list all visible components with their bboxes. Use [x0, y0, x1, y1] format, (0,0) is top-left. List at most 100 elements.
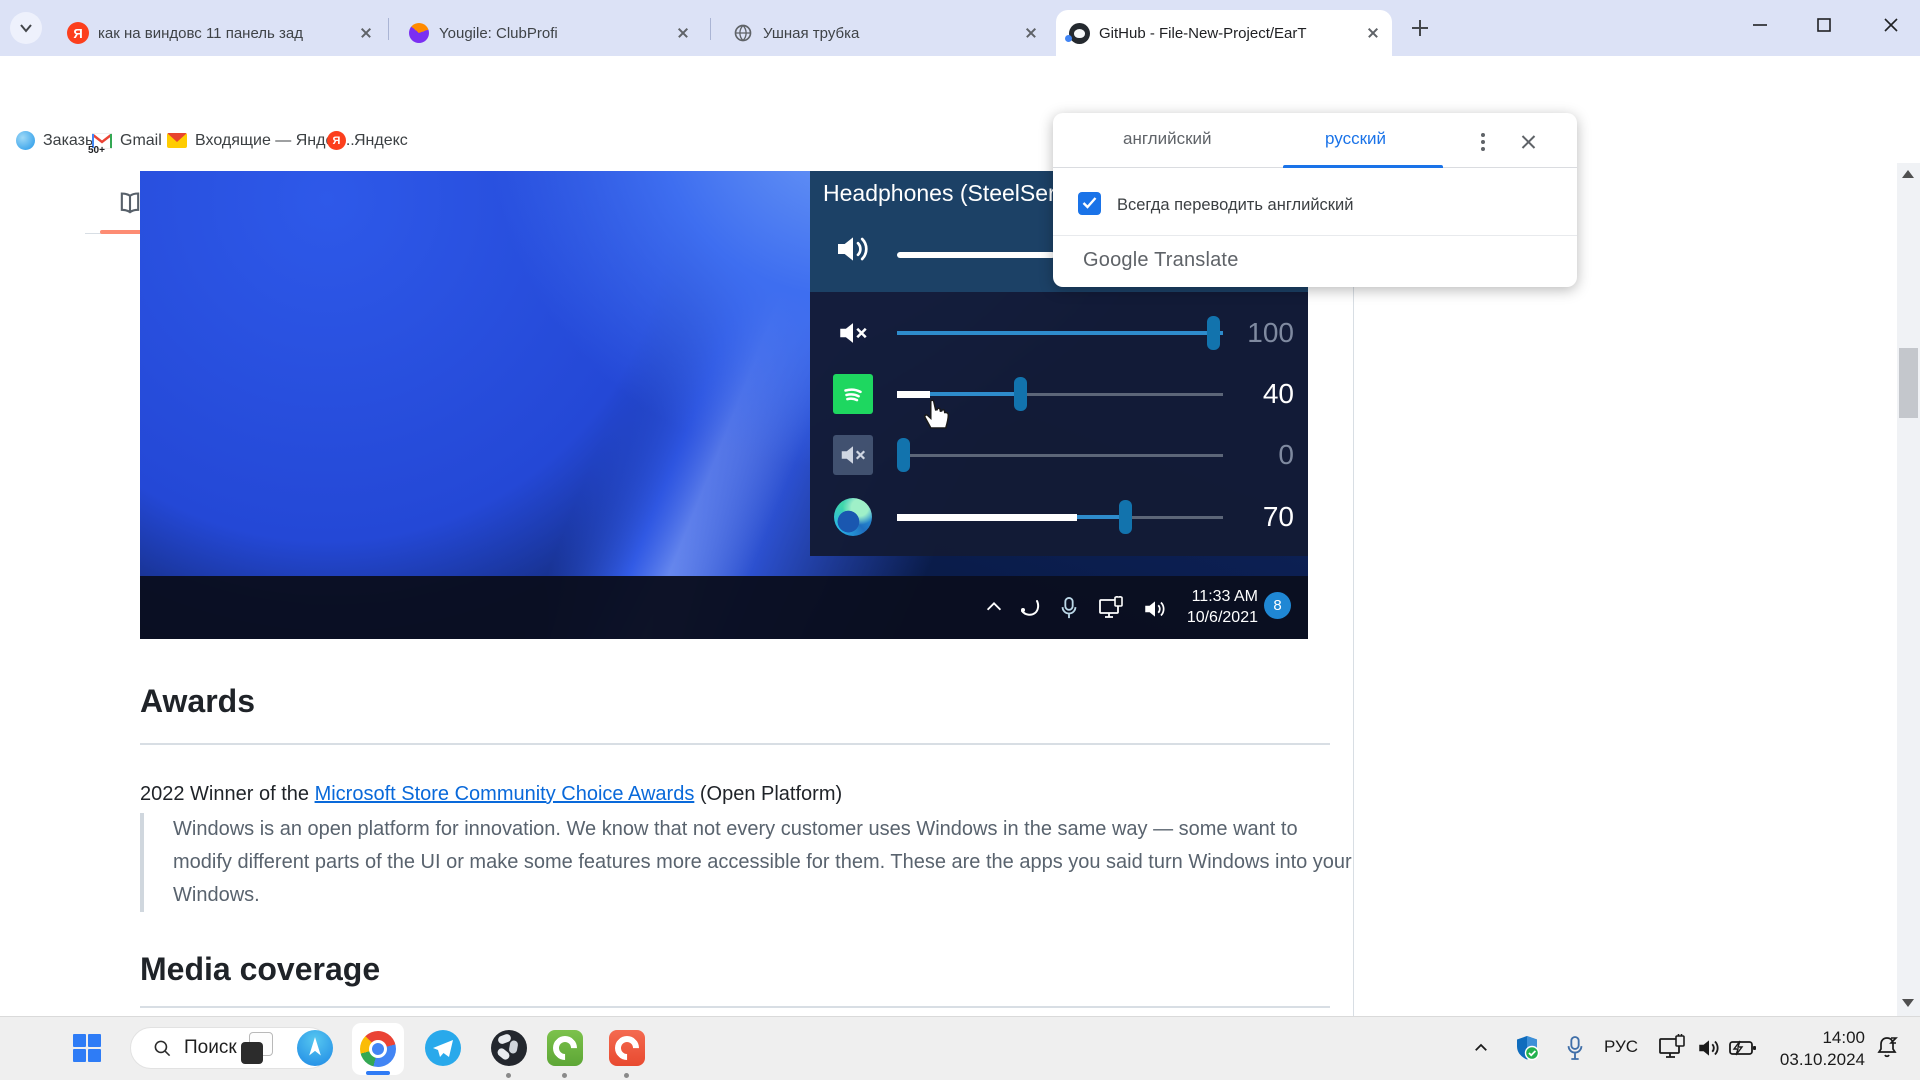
volume-value: 70	[1232, 501, 1294, 533]
tray-chevron-icon	[983, 596, 1007, 620]
chrome-active-indicator	[366, 1071, 390, 1075]
bookmark-label: Яндекс	[354, 132, 408, 150]
globe-favicon	[732, 22, 754, 44]
chevron-down-icon	[19, 21, 33, 35]
tab-close-icon[interactable]	[674, 24, 692, 42]
desktop: Я как на виндовс 11 панель зад Yougile: …	[0, 0, 1920, 1080]
display-usb-tray-icon	[1098, 596, 1122, 620]
winner-suffix: (Open Platform)	[694, 783, 842, 805]
device-volume-slider[interactable]	[897, 252, 1055, 258]
tab-separator	[388, 18, 389, 40]
page-scrollbar[interactable]	[1897, 163, 1920, 1016]
eartrumpet-app-list: 100 40	[810, 292, 1308, 556]
tab-title: как на виндовс 11 панель зад	[98, 25, 347, 42]
camtasia-c-glyph	[610, 1031, 644, 1065]
tab-title: Ушная трубка	[763, 25, 1012, 42]
new-tab-button[interactable]	[1406, 14, 1434, 42]
taskbar-clock[interactable]: 14:00 03.10.2024	[1770, 1027, 1865, 1071]
microphone-tray-icon[interactable]	[1560, 1033, 1590, 1063]
orders-icon	[16, 131, 35, 150]
scrollbar-thumb[interactable]	[1899, 348, 1918, 418]
window-maximize-button[interactable]	[1795, 0, 1853, 50]
obs-app-icon[interactable]	[490, 1029, 528, 1067]
slider-thumb[interactable]	[1014, 377, 1027, 411]
tab-ushnaya-trubka[interactable]: Ушная трубка	[720, 10, 1050, 56]
browser-toolbar: github.com/File-New-Project/EarTrumpet G…	[0, 56, 1920, 118]
search-label: Поиск	[184, 1037, 237, 1059]
translate-tab-russian[interactable]: русский	[1325, 129, 1386, 149]
window-minimize-button[interactable]	[1731, 0, 1789, 50]
google-translate-popup: английский русский Всегда переводить анг…	[1053, 113, 1577, 287]
tab-close-icon[interactable]	[1022, 24, 1040, 42]
windows-security-icon[interactable]	[1512, 1033, 1542, 1063]
navigator-app-icon[interactable]	[296, 1029, 334, 1067]
mouse-hand-cursor	[918, 393, 952, 431]
github-favicon	[1068, 22, 1090, 44]
window-close-button[interactable]	[1862, 0, 1920, 50]
camtasia-running-dot	[562, 1073, 567, 1078]
yandex-favicon: Я	[67, 22, 89, 44]
audio-peak-meter	[897, 514, 1077, 521]
microphone-tray-icon	[1058, 596, 1082, 620]
muted-speaker-icon	[833, 313, 873, 353]
slider-fill	[897, 331, 1223, 335]
winner-prefix: 2022 Winner of the	[140, 783, 315, 805]
embedded-taskbar: 11:33 AM 10/6/2021 8	[140, 576, 1308, 639]
translate-options-icon[interactable]	[1481, 133, 1485, 151]
always-translate-checkbox[interactable]	[1078, 192, 1101, 215]
camtasia-recorder-app-icon[interactable]	[608, 1029, 646, 1067]
embedded-time: 11:33 AM	[1170, 586, 1258, 607]
tray-expand-chevron[interactable]	[1466, 1033, 1496, 1063]
task-view-button[interactable]	[238, 1029, 276, 1067]
bookmark-zakazy[interactable]: Заказы	[16, 118, 96, 163]
obs-running-dot	[506, 1073, 511, 1078]
slider-thumb[interactable]	[897, 438, 910, 472]
tab-close-icon[interactable]	[1364, 24, 1382, 42]
scroll-down-arrow-icon[interactable]	[1902, 999, 1914, 1007]
section-divider	[140, 1006, 1330, 1008]
gmail-icon: 50+	[92, 133, 112, 149]
display-usb-tray-icon[interactable]	[1658, 1033, 1688, 1063]
slider-track[interactable]	[897, 454, 1223, 457]
translate-close-icon[interactable]	[1519, 133, 1537, 151]
tab-close-icon[interactable]	[357, 24, 375, 42]
slider-thumb[interactable]	[1207, 316, 1220, 350]
tab-github-active[interactable]: GitHub - File-New-Project/EarT	[1056, 10, 1392, 56]
slider-thumb[interactable]	[1119, 500, 1132, 534]
scroll-up-arrow-icon[interactable]	[1902, 170, 1914, 178]
section-divider	[140, 743, 1330, 745]
github-readme-content: Headphones (SteelSeries 100	[0, 163, 1920, 1016]
start-button[interactable]	[68, 1029, 106, 1067]
tab-yandex-windows[interactable]: Я как на виндовс 11 панель зад	[55, 10, 385, 56]
telegram-app-icon[interactable]	[424, 1029, 462, 1067]
bookmarks-bar: Заказы 50+ Gmail Входящие — Яндек... Я Я…	[0, 118, 1920, 164]
windows-taskbar: Поиск	[0, 1016, 1920, 1080]
tab-separator	[710, 18, 711, 40]
bookmark-yandex[interactable]: Я Яндекс	[327, 118, 408, 163]
notification-count-badge: 8	[1264, 592, 1291, 619]
tab-search-button[interactable]	[10, 12, 42, 44]
translate-tab-english[interactable]: английский	[1123, 129, 1212, 149]
muted-speaker-icon	[833, 435, 873, 475]
bookmark-label: Gmail	[120, 132, 162, 150]
chrome-taskbar-button[interactable]	[352, 1023, 404, 1075]
volume-speaker-icon	[833, 229, 873, 269]
bookmark-gmail[interactable]: 50+ Gmail	[92, 118, 162, 163]
tab-strip: Я как на виндовс 11 панель зад Yougile: …	[0, 0, 1920, 56]
volume-value: 100	[1232, 317, 1294, 349]
volume-value: 0	[1232, 439, 1294, 471]
spotify-icon	[833, 374, 873, 414]
content-right-border	[1353, 163, 1354, 1016]
volume-tray-icon[interactable]	[1694, 1033, 1724, 1063]
battery-charging-icon[interactable]	[1728, 1033, 1758, 1063]
tab-yougile[interactable]: Yougile: ClubProfi	[396, 10, 702, 56]
keyboard-language-indicator[interactable]: РУС	[1604, 1037, 1638, 1057]
ms-store-award-link[interactable]: Microsoft Store Community Choice Awards	[315, 783, 695, 805]
notification-bell-dnd-icon[interactable]	[1872, 1033, 1902, 1063]
embedded-date: 10/6/2021	[1170, 607, 1258, 628]
taskbar-date: 03.10.2024	[1770, 1049, 1865, 1071]
awards-heading: Awards	[140, 683, 255, 720]
active-tab-underline	[1283, 165, 1443, 168]
camtasia-app-icon[interactable]	[546, 1029, 584, 1067]
google-translate-brand: Google Translate	[1083, 249, 1239, 272]
